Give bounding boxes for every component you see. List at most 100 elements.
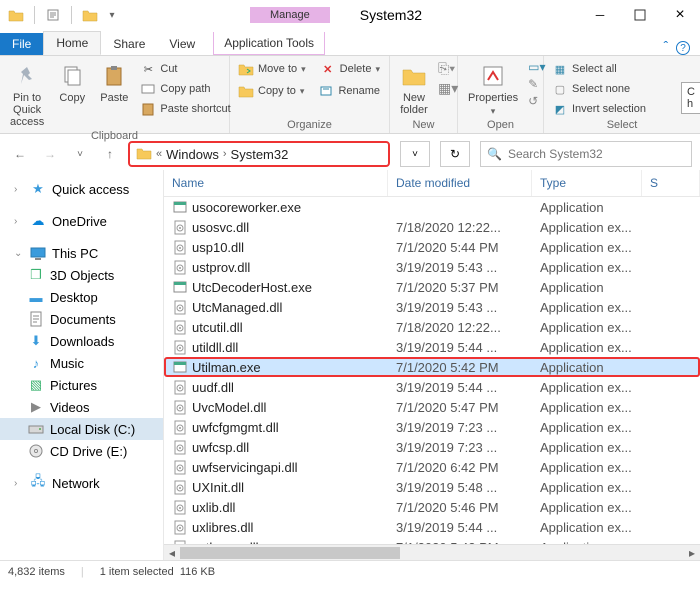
forward-button[interactable]: →: [38, 142, 62, 166]
crumb-windows[interactable]: Windows: [166, 147, 219, 162]
ribbon-help-icon[interactable]: ˆ ?: [654, 38, 700, 56]
properties-button[interactable]: Properties ▾: [464, 60, 522, 119]
nav-quick-access[interactable]: ›★Quick access: [0, 178, 163, 200]
scroll-right-icon[interactable]: ▸: [684, 545, 700, 560]
scroll-thumb[interactable]: [180, 547, 400, 559]
search-input[interactable]: [508, 147, 685, 161]
tab-share[interactable]: Share: [101, 33, 157, 55]
cut-button[interactable]: ✂Cut: [138, 60, 232, 78]
refresh-button[interactable]: ↻: [440, 141, 470, 167]
move-to-button[interactable]: Move to▾: [236, 60, 308, 78]
new-item-icon[interactable]: ⎘▾: [438, 60, 458, 77]
crumb-system32[interactable]: System32: [231, 147, 289, 162]
col-size[interactable]: S: [642, 170, 700, 196]
file-row[interactable]: UtcDecoderHost.exe7/1/2020 5:37 PMApplic…: [164, 277, 700, 297]
col-type[interactable]: Type: [532, 170, 642, 196]
tab-application-tools[interactable]: Application Tools: [213, 32, 325, 55]
easy-access-icon[interactable]: ▦▾: [438, 80, 458, 97]
file-date: [388, 206, 532, 208]
nav-music[interactable]: ♪Music: [0, 352, 163, 374]
navigation-pane: ›★Quick access ›☁OneDrive ⌄This PC ❒3D O…: [0, 170, 164, 560]
qat-dropdown-icon[interactable]: ▾: [104, 7, 120, 23]
history-icon[interactable]: ↺: [528, 94, 545, 108]
videos-icon: ▶: [28, 399, 44, 415]
minimize-button[interactable]: ─: [580, 0, 620, 30]
address-dropdown[interactable]: ˅: [400, 141, 430, 167]
tab-file[interactable]: File: [0, 33, 43, 55]
file-date: 3/19/2019 5:44 ...: [388, 519, 532, 536]
nav-local-disk-c[interactable]: Local Disk (C:): [0, 418, 163, 440]
file-row[interactable]: uxlib.dll7/1/2020 5:46 PMApplication ex.…: [164, 497, 700, 517]
nav-videos[interactable]: ▶Videos: [0, 396, 163, 418]
paste-shortcut-button[interactable]: Paste shortcut: [138, 100, 232, 118]
nav-pictures[interactable]: ▧Pictures: [0, 374, 163, 396]
edit-icon[interactable]: ✎: [528, 77, 545, 91]
folder-icon: [8, 7, 24, 23]
horizontal-scrollbar[interactable]: ◂ ▸: [164, 544, 700, 560]
tab-view[interactable]: View: [157, 33, 207, 55]
search-box[interactable]: 🔍: [480, 141, 692, 167]
file-row[interactable]: uudf.dll3/19/2019 5:44 ...Application ex…: [164, 377, 700, 397]
address-box[interactable]: « Windows › System32: [128, 141, 390, 167]
select-all-button[interactable]: ▦Select all: [550, 60, 648, 78]
file-row[interactable]: uwfcsp.dll3/19/2019 7:23 ...Application …: [164, 437, 700, 457]
col-name[interactable]: Name: [164, 170, 388, 196]
file-row[interactable]: Utilman.exe7/1/2020 5:42 PMApplication: [164, 357, 700, 377]
nav-this-pc[interactable]: ⌄This PC: [0, 242, 163, 264]
nav-cd-drive[interactable]: CD Drive (E:): [0, 440, 163, 462]
file-row[interactable]: uxlibres.dll3/19/2019 5:44 ...Applicatio…: [164, 517, 700, 537]
select-none-button[interactable]: ▢Select none: [550, 80, 648, 98]
nav-3d-objects[interactable]: ❒3D Objects: [0, 264, 163, 286]
up-button[interactable]: ↑: [98, 142, 122, 166]
manage-tab-label[interactable]: Manage: [250, 7, 330, 23]
copy-button[interactable]: Copy: [54, 60, 90, 106]
file-icon: [172, 279, 188, 295]
scroll-left-icon[interactable]: ◂: [164, 545, 180, 560]
chevron-icon[interactable]: ›: [223, 148, 227, 160]
rename-button[interactable]: Rename: [316, 82, 382, 100]
nav-desktop[interactable]: ▬Desktop: [0, 286, 163, 308]
tab-home[interactable]: Home: [43, 31, 101, 55]
file-row[interactable]: UtcManaged.dll3/19/2019 5:43 ...Applicat…: [164, 297, 700, 317]
file-type: Application: [532, 279, 642, 296]
file-row[interactable]: UvcModel.dll7/1/2020 5:47 PMApplication …: [164, 397, 700, 417]
copy-to-button[interactable]: Copy to▾: [236, 82, 306, 100]
invert-icon: ◩: [552, 101, 568, 117]
file-row[interactable]: UXInit.dll3/19/2019 5:48 ...Application …: [164, 477, 700, 497]
qat-newfolder-icon[interactable]: [82, 7, 98, 23]
paste-button[interactable]: Paste: [96, 60, 132, 106]
copy-path-icon: [140, 81, 156, 97]
copy-path-button[interactable]: Copy path: [138, 80, 232, 98]
file-row[interactable]: usocoreworker.exeApplication: [164, 197, 700, 217]
open-icon[interactable]: ▭▾: [528, 60, 545, 74]
new-folder-button[interactable]: New folder: [396, 60, 432, 118]
close-button[interactable]: ×: [660, 0, 700, 30]
pin-to-quick-access-button[interactable]: Pin to Quick access: [6, 60, 48, 130]
file-row[interactable]: usp10.dll7/1/2020 5:44 PMApplication ex.…: [164, 237, 700, 257]
file-row[interactable]: uwfservicingapi.dll7/1/2020 6:42 PMAppli…: [164, 457, 700, 477]
nav-network[interactable]: ›🖧Network: [0, 472, 163, 494]
nav-onedrive[interactable]: ›☁OneDrive: [0, 210, 163, 232]
file-type: Application ex...: [532, 379, 642, 396]
chevron-icon[interactable]: «: [156, 148, 162, 160]
file-icon: [172, 439, 188, 455]
back-button[interactable]: ←: [8, 142, 32, 166]
file-row[interactable]: utcutil.dll7/18/2020 12:22...Application…: [164, 317, 700, 337]
paste-shortcut-icon: [140, 101, 156, 117]
file-row[interactable]: uwfcfgmgmt.dll3/19/2019 7:23 ...Applicat…: [164, 417, 700, 437]
delete-button[interactable]: ✕Delete▾: [318, 60, 382, 78]
qat-properties-icon[interactable]: [45, 7, 61, 23]
col-date[interactable]: Date modified: [388, 170, 532, 196]
nav-downloads[interactable]: ⬇Downloads: [0, 330, 163, 352]
file-row[interactable]: usosvc.dll7/18/2020 12:22...Application …: [164, 217, 700, 237]
maximize-button[interactable]: [620, 0, 660, 30]
invert-selection-button[interactable]: ◩Invert selection: [550, 100, 648, 118]
nav-documents[interactable]: Documents: [0, 308, 163, 330]
file-name: usosvc.dll: [192, 220, 249, 235]
file-row[interactable]: utildll.dll3/19/2019 5:44 ...Application…: [164, 337, 700, 357]
file-row[interactable]: ustprov.dll3/19/2019 5:43 ...Application…: [164, 257, 700, 277]
recent-dropdown[interactable]: ˅: [68, 142, 92, 166]
file-row[interactable]: uxtheme.dll7/1/2020 5:42 PMApplication e…: [164, 537, 700, 544]
file-icon: [172, 319, 188, 335]
selectall-icon: ▦: [552, 61, 568, 77]
